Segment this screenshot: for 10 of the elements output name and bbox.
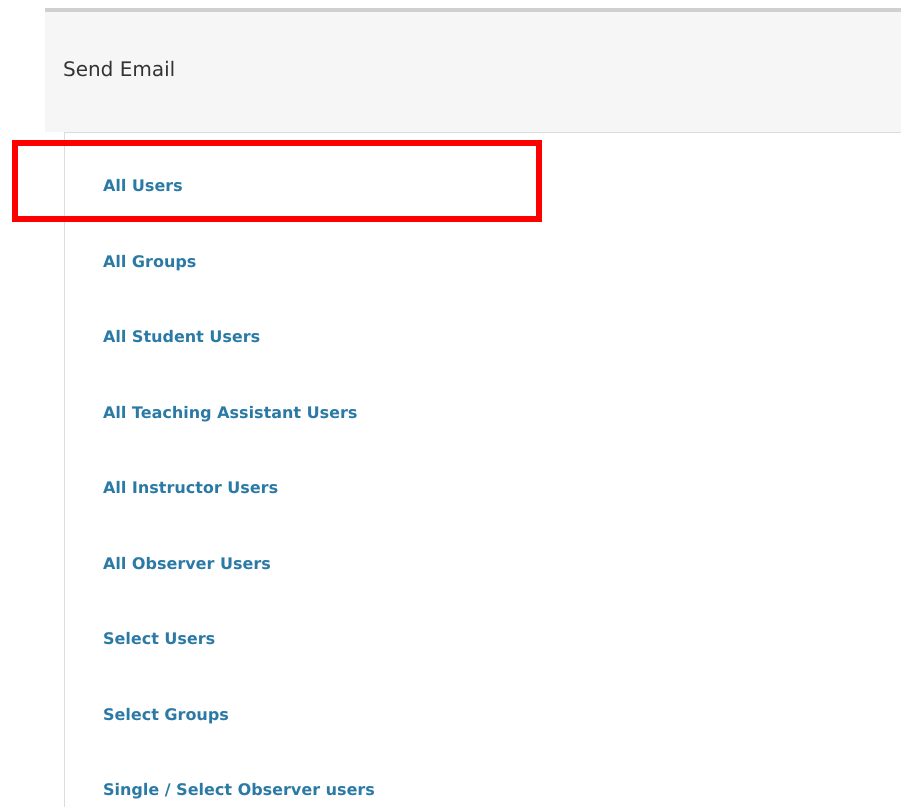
recipient-link[interactable]: Select Users <box>103 629 216 648</box>
recipient-link[interactable]: All Teaching Assistant Users <box>103 402 358 422</box>
page-title: Send Email <box>63 57 176 81</box>
recipient-link[interactable]: Select Groups <box>103 704 229 724</box>
recipient-link[interactable]: Single / Select Observer users <box>103 780 375 800</box>
recipient-link[interactable]: All Instructor Users <box>103 478 278 498</box>
recipient-link[interactable]: All Groups <box>103 252 196 271</box>
recipient-link[interactable]: All Observer Users <box>103 554 271 573</box>
recipient-link[interactable]: All Student Users <box>103 327 260 346</box>
recipient-link[interactable]: All Users <box>103 176 183 196</box>
